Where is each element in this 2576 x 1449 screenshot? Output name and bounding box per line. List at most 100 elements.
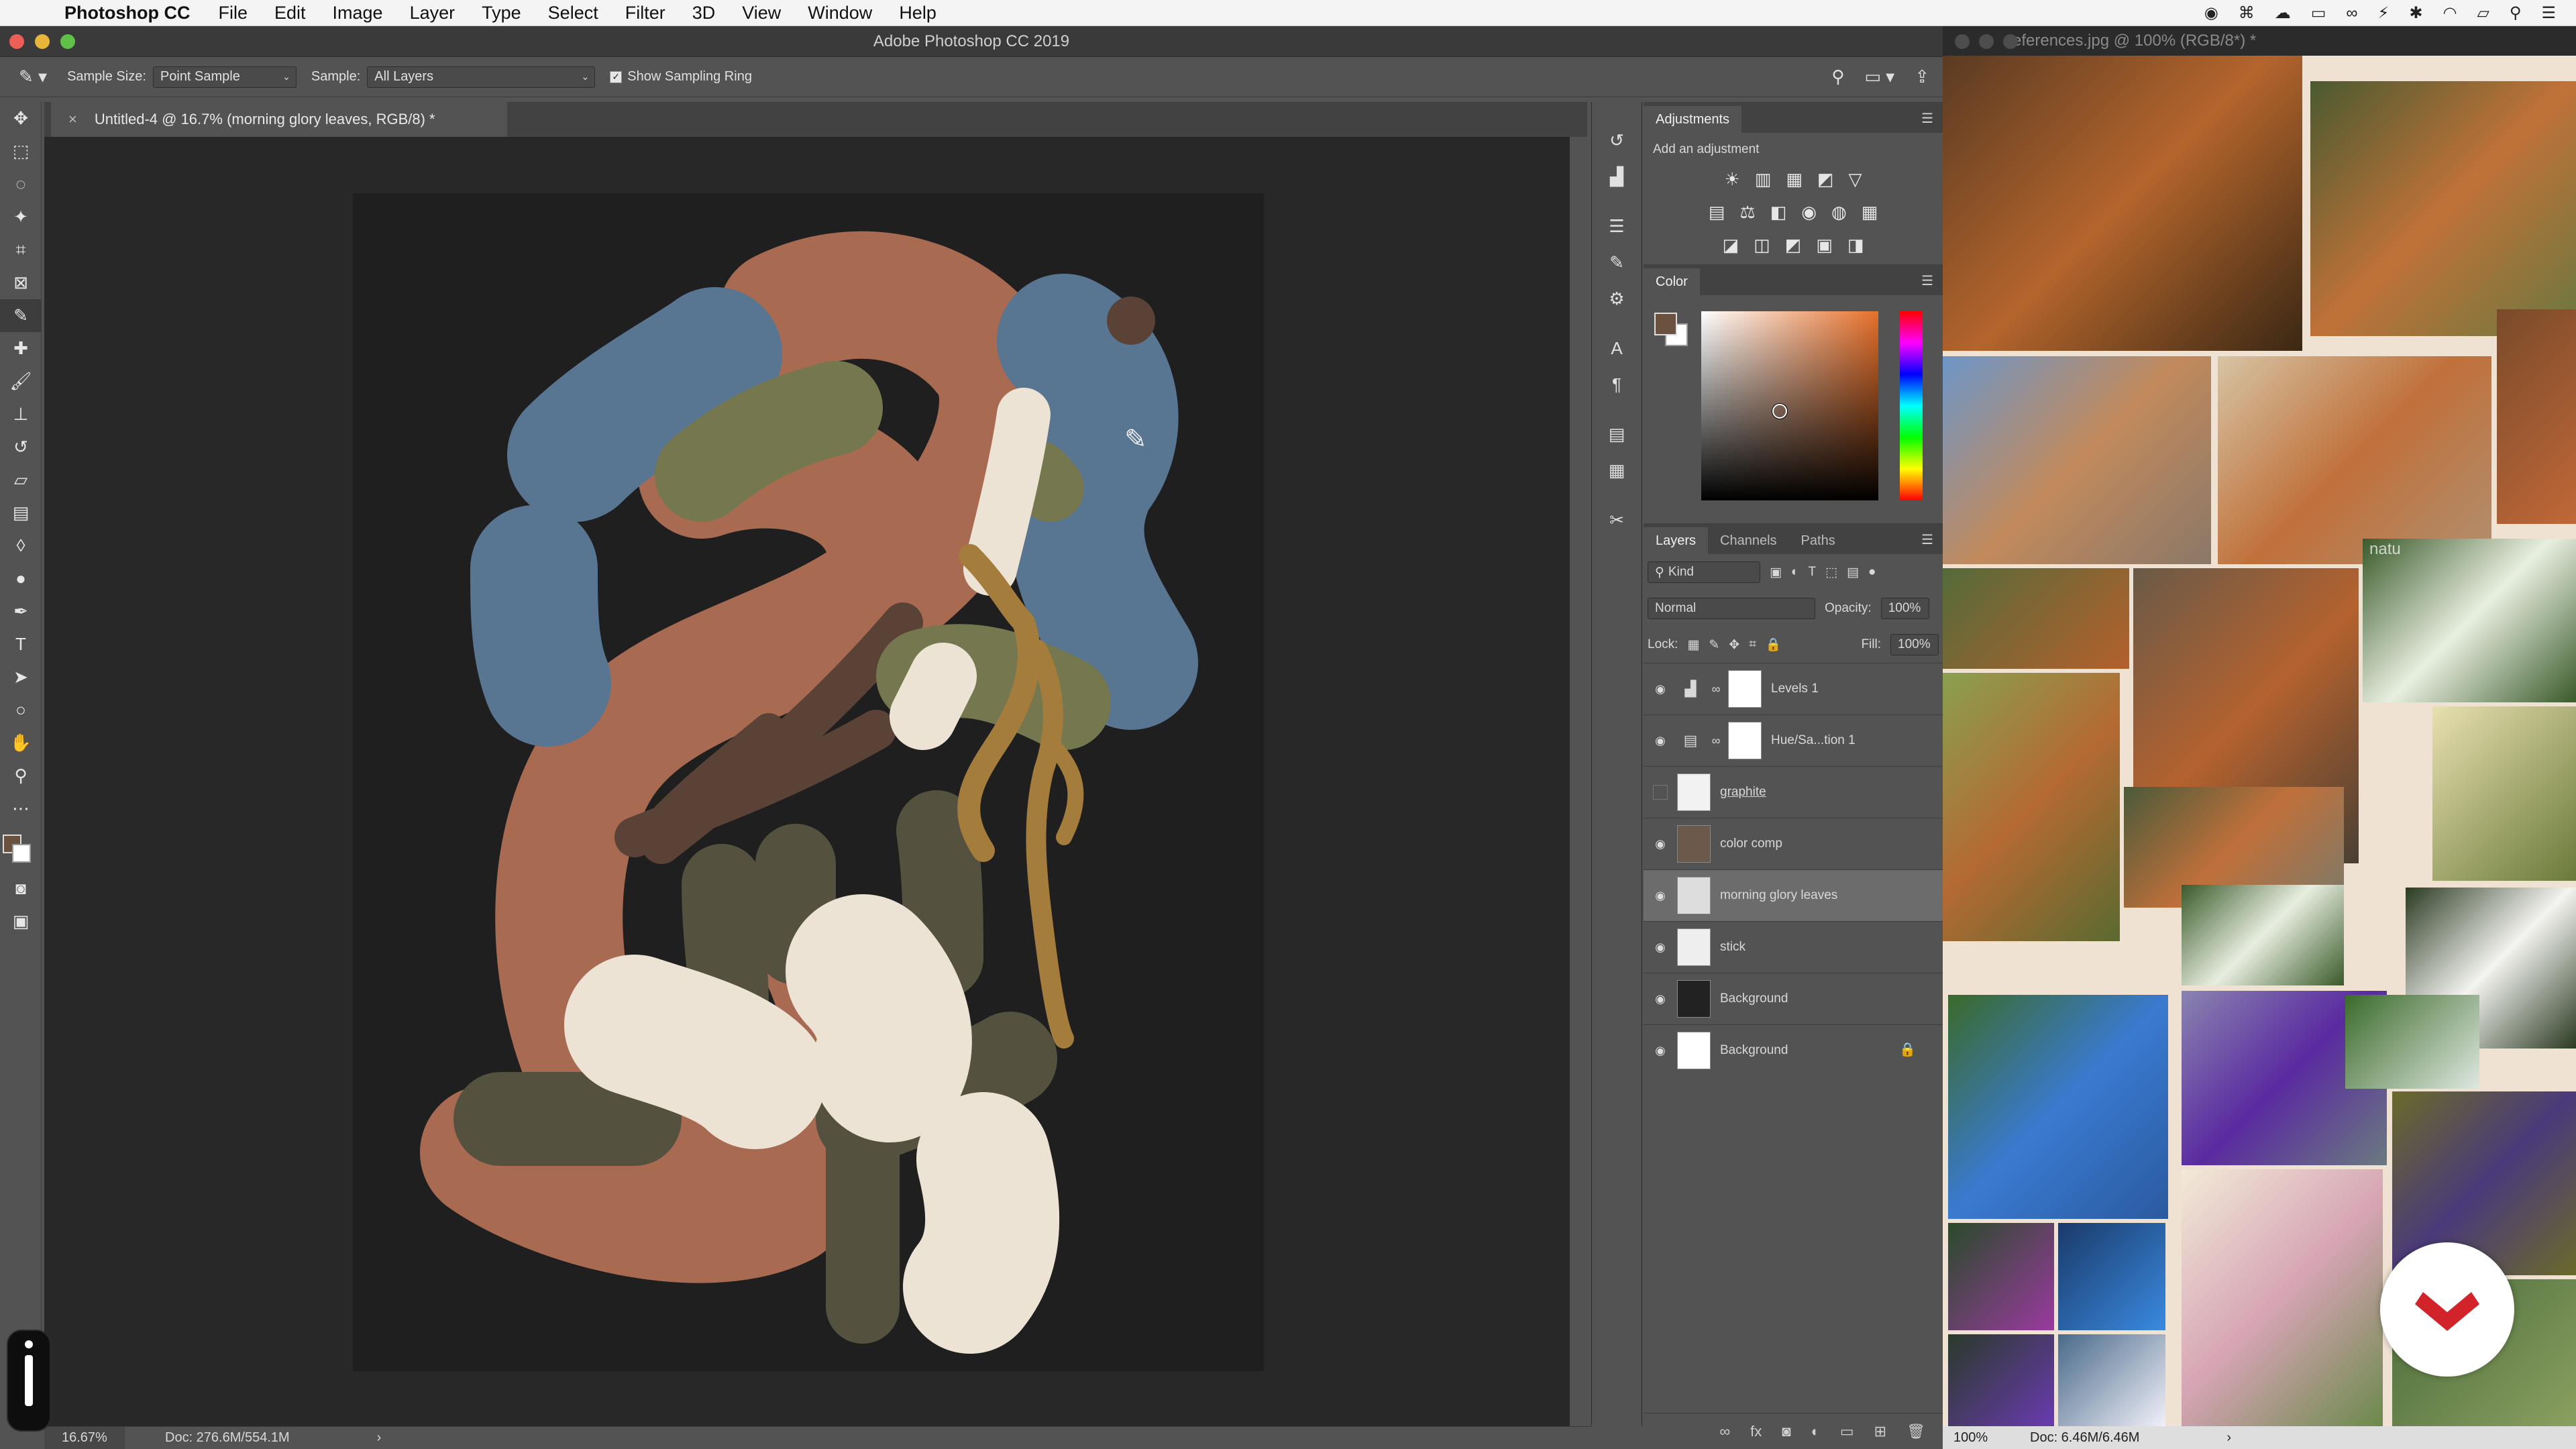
- frame-tool-icon[interactable]: ⊠: [0, 266, 42, 299]
- close-window-button[interactable]: [9, 34, 24, 49]
- brush-settings-icon[interactable]: ⚙: [1592, 280, 1642, 317]
- spotlight-search-icon[interactable]: ⚲: [2510, 3, 2522, 23]
- layer-row[interactable]: ◉ stick: [1644, 921, 1943, 973]
- invert-icon[interactable]: ◪: [1723, 235, 1739, 256]
- gradient-map-icon[interactable]: ◨: [1847, 235, 1864, 256]
- path-selection-tool-icon[interactable]: ➤: [0, 661, 42, 694]
- brightness-contrast-icon[interactable]: ☀: [1724, 169, 1739, 190]
- clone-stamp-tool-icon[interactable]: ⊥: [0, 398, 42, 431]
- layer-row[interactable]: ◉ color comp: [1644, 818, 1943, 869]
- layer-name[interactable]: morning glory leaves: [1720, 888, 1943, 903]
- layer-name[interactable]: Levels 1: [1771, 682, 1943, 696]
- brushes-icon[interactable]: ✎: [1592, 244, 1642, 280]
- status-menu-arrow[interactable]: ›: [2226, 1430, 2231, 1446]
- eye-icon[interactable]: ◉: [1644, 837, 1677, 851]
- filter-toggle-icon[interactable]: ●: [1868, 565, 1876, 580]
- photo-filter-icon[interactable]: ◉: [1801, 202, 1817, 223]
- sample-size-select[interactable]: Point Sample ⌄: [152, 66, 297, 88]
- hue-slider[interactable]: [1900, 311, 1923, 500]
- canvas-area[interactable]: ✎: [44, 137, 1570, 1426]
- layer-row[interactable]: ◉ Background 🔒: [1644, 1024, 1943, 1076]
- move-tool-icon[interactable]: ✥: [0, 102, 42, 135]
- magic-wand-tool-icon[interactable]: ✦: [0, 201, 42, 233]
- layer-thumbnail[interactable]: [1677, 928, 1711, 966]
- screen-icon[interactable]: ▭: [2311, 3, 2326, 23]
- dodge-tool-icon[interactable]: ●: [0, 562, 42, 595]
- healing-brush-tool-icon[interactable]: ✚: [0, 332, 42, 365]
- selective-color-icon[interactable]: ▣: [1816, 235, 1833, 256]
- document-tab[interactable]: × Untitled-4 @ 16.7% (morning glory leav…: [51, 102, 507, 137]
- menu-edit[interactable]: Edit: [274, 3, 306, 23]
- menu-select[interactable]: Select: [548, 3, 598, 23]
- reference-image[interactable]: natu: [1943, 56, 2576, 1426]
- new-adjustment-icon[interactable]: ◐: [1811, 1423, 1820, 1440]
- blur-tool-icon[interactable]: ◊: [0, 529, 42, 562]
- color-field[interactable]: [1701, 311, 1878, 500]
- cloud-icon[interactable]: ☁: [2275, 3, 2291, 23]
- posterize-icon[interactable]: ◫: [1754, 235, 1770, 256]
- notification-center-icon[interactable]: ☰: [2541, 3, 2556, 23]
- filter-smart-object-icon[interactable]: ▤: [1847, 565, 1859, 580]
- command-icon[interactable]: ⌘: [2239, 3, 2255, 23]
- tab-adjustments[interactable]: Adjustments: [1644, 106, 1742, 133]
- threshold-icon[interactable]: ◩: [1785, 235, 1802, 256]
- layer-style-icon[interactable]: fx: [1750, 1423, 1762, 1440]
- libraries-icon[interactable]: ▤: [1592, 416, 1642, 452]
- foreground-color-swatch[interactable]: [1654, 313, 1677, 335]
- history-brush-tool-icon[interactable]: ↺: [0, 431, 42, 464]
- layer-thumbnail[interactable]: [1677, 773, 1711, 811]
- quick-mask-icon[interactable]: ◙: [0, 872, 42, 905]
- paragraph-icon[interactable]: ¶: [1592, 366, 1642, 402]
- tab-paths[interactable]: Paths: [1789, 527, 1847, 554]
- notes-icon[interactable]: ▦: [1592, 452, 1642, 488]
- fill-input[interactable]: 100%: [1890, 634, 1939, 655]
- ellipse-tool-icon[interactable]: ○: [0, 694, 42, 727]
- layer-name[interactable]: graphite: [1720, 785, 1943, 800]
- add-mask-icon[interactable]: ◙: [1782, 1423, 1790, 1440]
- levels-icon[interactable]: ▥: [1755, 169, 1772, 190]
- background-swatch[interactable]: [12, 844, 31, 863]
- eye-icon[interactable]: ◉: [1644, 734, 1677, 748]
- blend-mode-select[interactable]: Normal: [1648, 598, 1815, 619]
- eye-icon[interactable]: ◉: [1644, 941, 1677, 955]
- eyedropper-preset-icon[interactable]: ✎ ▾: [19, 66, 47, 87]
- type-tool-icon[interactable]: T: [0, 628, 42, 661]
- layer-name[interactable]: stick: [1720, 940, 1943, 955]
- eye-icon[interactable]: ◉: [1644, 682, 1677, 696]
- curves-icon[interactable]: ▦: [1786, 169, 1803, 190]
- lasso-tool-icon[interactable]: ◌: [0, 168, 42, 201]
- hue-saturation-icon[interactable]: ▤: [1709, 202, 1725, 223]
- layer-row[interactable]: ◉ ▟ ∞ Levels 1: [1644, 663, 1943, 714]
- character-icon[interactable]: A: [1592, 330, 1642, 366]
- tab-channels[interactable]: Channels: [1708, 527, 1789, 554]
- eraser-tool-icon[interactable]: ▱: [0, 464, 42, 496]
- sample-select[interactable]: All Layers ⌄: [367, 66, 596, 88]
- eye-icon[interactable]: ◉: [1644, 1044, 1677, 1058]
- wifi-icon[interactable]: ◠: [2443, 3, 2457, 23]
- layer-thumbnail[interactable]: [1677, 825, 1711, 863]
- menu-window[interactable]: Window: [808, 3, 872, 23]
- menu-help[interactable]: Help: [899, 3, 936, 23]
- menu-file[interactable]: File: [218, 3, 248, 23]
- creative-cloud-icon[interactable]: ∞: [2346, 4, 2357, 23]
- bolt-icon[interactable]: ⚡: [2378, 3, 2390, 23]
- channel-mixer-icon[interactable]: ◍: [1831, 202, 1847, 223]
- layer-filter-select[interactable]: ⚲ Kind: [1648, 561, 1760, 583]
- record-icon[interactable]: ◉: [2204, 3, 2218, 23]
- menu-layer[interactable]: Layer: [410, 3, 455, 23]
- lock-transparent-icon[interactable]: ▦: [1687, 637, 1699, 653]
- crop-tool-icon[interactable]: ⌗: [0, 233, 42, 266]
- status-menu-arrow[interactable]: ›: [377, 1430, 382, 1446]
- color-balance-icon[interactable]: ⚖: [1739, 202, 1755, 223]
- exposure-icon[interactable]: ◩: [1817, 169, 1834, 190]
- app-menu[interactable]: Photoshop CC: [64, 3, 190, 23]
- eyedropper-tool-icon[interactable]: ✎: [0, 299, 42, 332]
- menu-type[interactable]: Type: [482, 3, 521, 23]
- zoom-tool-icon[interactable]: ⚲: [0, 759, 42, 792]
- panel-menu-icon[interactable]: ☰: [1921, 531, 1933, 548]
- layer-row-selected[interactable]: ◉ morning glory leaves: [1644, 869, 1943, 921]
- new-group-icon[interactable]: ▭: [1840, 1423, 1854, 1440]
- document-canvas[interactable]: ✎: [353, 193, 1264, 1371]
- properties-icon[interactable]: ☰: [1592, 208, 1642, 244]
- minimize-window-button[interactable]: [1979, 34, 1994, 49]
